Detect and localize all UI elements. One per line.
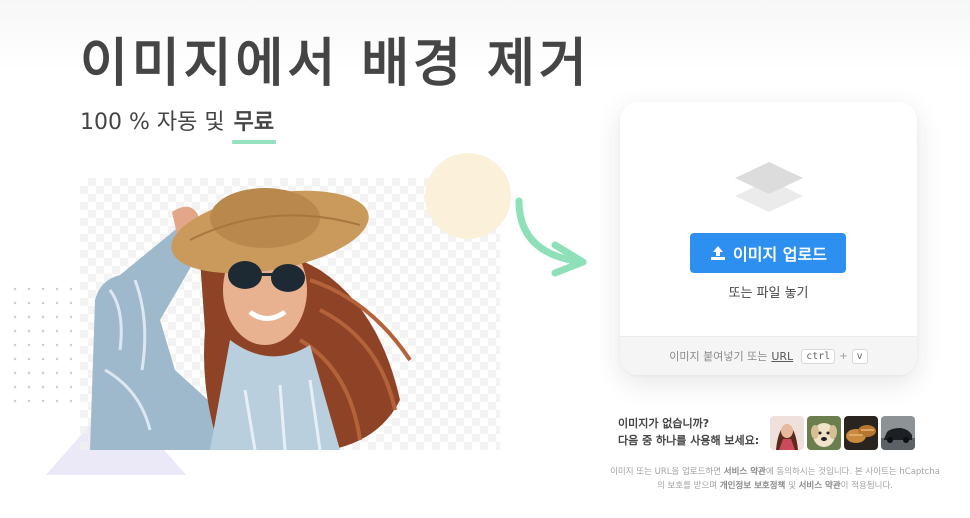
no-image-line2: 다음 중 하나를 사용해 보세요:	[618, 434, 760, 447]
subtitle: 100 % 자동 및 무료	[80, 108, 277, 144]
arrow-icon	[515, 197, 587, 277]
drop-file-text: 또는 파일 놓기	[728, 286, 809, 301]
upload-icon	[711, 246, 726, 260]
terms-text: 이 적용됩니다.	[840, 481, 893, 491]
plus-sign: +	[839, 350, 848, 362]
v-key: v	[851, 348, 868, 364]
layers-icon	[735, 162, 803, 212]
dog-image-icon	[807, 416, 841, 450]
url-link[interactable]: URL	[771, 350, 793, 363]
privacy-policy-link[interactable]: 개인정보 보호정책	[720, 481, 786, 491]
car-image-icon	[881, 416, 915, 450]
hero-woman-image	[90, 188, 412, 450]
woman-image-icon	[770, 416, 804, 450]
terms-text: 이미지 또는 URL을 업로드하면	[610, 467, 722, 477]
sample-car-thumbnail[interactable]	[881, 416, 915, 450]
page-title: 이미지에서 배경 제거	[80, 34, 591, 94]
sample-woman-thumbnail[interactable]	[770, 416, 804, 450]
terms-text: 및	[788, 481, 796, 491]
subtitle-text: 100 % 자동 및	[80, 110, 225, 135]
terms-notice: 이미지 또는 URL을 업로드하면 서비스 약관에 동의하시는 것입니다. 본 …	[610, 465, 940, 493]
subtitle-highlight: 무료	[231, 108, 277, 144]
upload-card[interactable]: 이미지 업로드 또는 파일 놓기 이미지 붙여넣기 또는 URL ctrl + …	[620, 102, 917, 375]
sample-dog-thumbnail[interactable]	[807, 416, 841, 450]
no-image-line1: 이미지가 없습니까?	[618, 417, 710, 430]
sample-images	[770, 416, 915, 450]
dot-pattern	[8, 282, 72, 412]
ctrl-key: ctrl	[801, 348, 836, 364]
upload-image-button[interactable]: 이미지 업로드	[690, 233, 846, 273]
sample-bread-thumbnail[interactable]	[844, 416, 878, 450]
terms-of-service-link[interactable]: 서비스 약관	[724, 467, 766, 477]
no-image-prompt: 이미지가 없습니까? 다음 중 하나를 사용해 보세요:	[618, 415, 759, 449]
upload-button-label: 이미지 업로드	[733, 245, 827, 264]
paste-bar: 이미지 붙여넣기 또는 URL ctrl + v	[620, 336, 917, 375]
terms-of-service-link[interactable]: 서비스 약관	[799, 481, 841, 491]
bread-image-icon	[844, 416, 878, 450]
paste-text: 이미지 붙여넣기 또는	[669, 350, 768, 363]
